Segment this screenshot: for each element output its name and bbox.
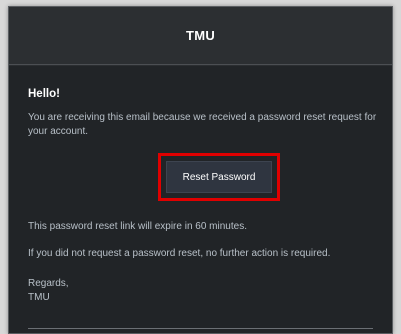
signature: TMU xyxy=(28,292,50,303)
button-highlight-box: Reset Password xyxy=(158,153,280,201)
intro-text: You are receiving this email because we … xyxy=(28,112,377,137)
brand-name: TMU xyxy=(185,28,216,43)
email-window: TMU Hello! You are receiving this email … xyxy=(8,6,393,334)
expiry-note: This password reset link will expire in … xyxy=(28,221,247,232)
reset-password-button[interactable]: Reset Password xyxy=(166,161,272,193)
email-body: Hello! You are receiving this email beca… xyxy=(9,66,392,333)
footer-divider xyxy=(28,328,373,329)
closing-text: Regards, xyxy=(28,278,69,289)
no-action-note: If you did not request a password reset,… xyxy=(28,248,331,259)
email-header: TMU xyxy=(9,7,392,65)
greeting: Hello! xyxy=(28,88,60,100)
